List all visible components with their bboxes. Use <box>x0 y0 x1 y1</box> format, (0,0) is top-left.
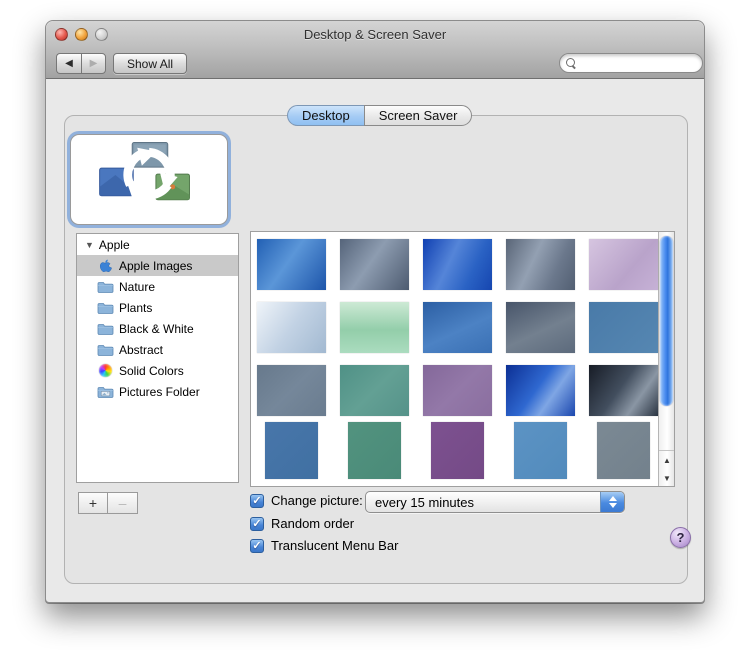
change-picture-checkbox[interactable]: ✓ <box>250 493 264 508</box>
window-title: Desktop & Screen Saver <box>303 27 447 42</box>
disclosure-triangle-icon[interactable]: ▼ <box>85 240 94 250</box>
add-remove-buttons: + – <box>78 492 138 514</box>
wallpaper-thumb-graphite-flow[interactable] <box>506 239 575 290</box>
pictures-folder-icon <box>97 386 114 398</box>
wallpaper-thumb-graphite-swirl[interactable] <box>340 239 409 290</box>
help-button[interactable]: ? <box>670 527 691 548</box>
wallpaper-thumb-charcoal-flow[interactable] <box>589 365 658 416</box>
sidebar-group-apple[interactable]: ▼ Apple <box>77 234 238 255</box>
sidebar-group-label: Apple <box>98 237 130 252</box>
tab-desktop[interactable]: Desktop <box>287 105 364 126</box>
back-button[interactable]: ◀ <box>56 53 81 74</box>
collection-sidebar: ▼ Apple Apple Images Nature Plants Black & Wh… <box>76 233 239 483</box>
sidebar-item-label: Apple Images <box>119 258 193 273</box>
scrollbar-arrows: ▲ ▼ <box>659 450 674 486</box>
sidebar-item-label: Pictures Folder <box>119 384 200 399</box>
scrollbar-thumb[interactable] <box>660 236 673 406</box>
folder-icon <box>97 281 114 293</box>
change-picture-row: ✓ Change picture: <box>250 493 363 508</box>
wallpaper-thumb-lavender-rays[interactable] <box>589 239 658 290</box>
sidebar-item-label: Nature <box>119 279 156 294</box>
wallpaper-thumb-graphite-arcs[interactable] <box>506 302 575 353</box>
sidebar-item-apple-images[interactable]: Apple Images <box>77 255 238 276</box>
popup-stepper-icon <box>600 492 624 512</box>
wallpaper-thumb-cobalt-flow[interactable] <box>506 365 575 416</box>
wallpaper-thumb-sea-mist-green[interactable] <box>340 302 409 353</box>
wallpaper-thumb-plum-weave[interactable] <box>423 365 492 416</box>
show-all-button[interactable]: Show All <box>113 53 188 74</box>
sidebar-item-pictures-folder[interactable]: Pictures Folder <box>77 381 238 402</box>
wallpaper-thumb-steel-blue[interactable] <box>589 302 658 353</box>
sidebar-item-nature[interactable]: Nature <box>77 276 238 297</box>
wallpaper-thumb-solid-gray[interactable] <box>597 422 650 479</box>
wallpaper-thumb-slate-weave[interactable] <box>257 365 326 416</box>
search-icon <box>566 57 577 69</box>
remove-collection-button[interactable]: – <box>108 492 138 514</box>
wallpaper-thumb-solid-teal[interactable] <box>348 422 401 479</box>
grid-scrollbar[interactable]: ▲ ▼ <box>658 232 674 486</box>
sidebar-item-label: Plants <box>119 300 153 315</box>
random-order-row: ✓ Random order <box>250 516 354 531</box>
random-order-checkbox[interactable]: ✓ <box>250 516 264 531</box>
sidebar-item-black-white[interactable]: Black & White <box>77 318 238 339</box>
title-bar[interactable]: Desktop & Screen Saver ◀ ▶ Show All <box>46 21 704 79</box>
tab-bar: Desktop Screen Saver <box>287 105 473 126</box>
random-order-label: Random order <box>271 516 355 531</box>
translucent-menu-bar-checkbox[interactable]: ✓ <box>250 538 264 553</box>
sidebar-item-label: Solid Colors <box>119 363 184 378</box>
change-picture-label: Change picture: <box>271 493 363 508</box>
search-field[interactable] <box>559 53 703 73</box>
sidebar-item-solid-colors[interactable]: Solid Colors <box>77 360 238 381</box>
translucent-menu-bar-label: Translucent Menu Bar <box>271 538 399 553</box>
forward-button[interactable]: ▶ <box>81 53 106 74</box>
wallpaper-thumb-solid-blue[interactable] <box>265 422 318 479</box>
search-input[interactable] <box>581 57 696 69</box>
wallpaper-thumb-teal-weave[interactable] <box>340 365 409 416</box>
add-collection-button[interactable]: + <box>78 492 108 514</box>
wallpaper-thumb-deep-blue-flow[interactable] <box>423 239 492 290</box>
translucent-menu-bar-row: ✓ Translucent Menu Bar <box>250 538 398 553</box>
wallpaper-grid: ▲ ▼ <box>250 231 675 487</box>
rotating-pictures-icon <box>99 141 190 201</box>
desktop-panel: ▼ Apple Apple Images Nature Plants Black & Wh… <box>64 115 691 584</box>
folder-icon <box>97 344 114 356</box>
sidebar-item-label: Black & White <box>119 321 194 336</box>
wallpaper-thumb-blue-arcs[interactable] <box>423 302 492 353</box>
folder-icon <box>97 302 114 314</box>
change-interval-value: every 15 minutes <box>375 494 474 510</box>
tab-screen-saver[interactable]: Screen Saver <box>363 105 473 126</box>
change-interval-popup[interactable]: every 15 minutes <box>365 491 625 513</box>
wallpaper-thumb-solid-plum[interactable] <box>431 422 484 479</box>
sidebar-item-plants[interactable]: Plants <box>77 297 238 318</box>
apple-icon <box>100 259 112 272</box>
preferences-window: Desktop & Screen Saver ◀ ▶ Show All Desk… <box>45 20 705 603</box>
sidebar-item-label: Abstract <box>119 342 164 357</box>
wallpaper-thumb-silver-ridge[interactable] <box>257 302 326 353</box>
scroll-up-button[interactable]: ▲ <box>659 451 674 469</box>
nav-segment: ◀ ▶ <box>56 53 106 74</box>
color-wheel-icon <box>99 364 112 377</box>
scroll-down-button[interactable]: ▼ <box>659 469 674 486</box>
wallpaper-thumb-solid-sky[interactable] <box>514 422 567 479</box>
current-picture-well[interactable] <box>70 134 228 225</box>
folder-icon <box>97 323 114 335</box>
sidebar-item-abstract[interactable]: Abstract <box>77 339 238 360</box>
wallpaper-thumb-aqua-blue-swirl[interactable] <box>257 239 326 290</box>
